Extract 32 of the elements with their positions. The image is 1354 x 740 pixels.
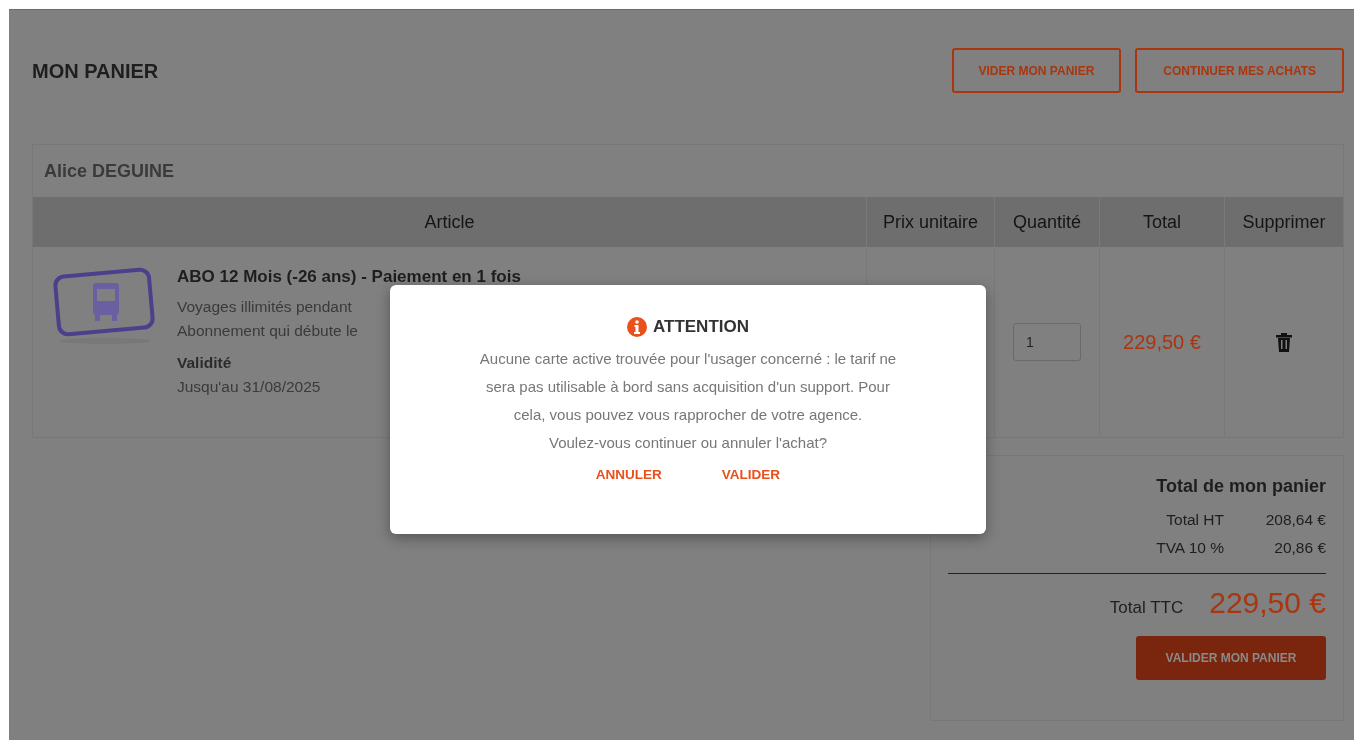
total-label: Total TTC — [1109, 598, 1184, 618]
item-name: ABO 12 Mois (-26 ans) - Paiement en 1 fois — [177, 267, 521, 287]
quantity-field[interactable]: 1 — [1013, 323, 1081, 361]
column-header: Article — [423, 210, 476, 234]
dialog-message: sera pas utilisable à bord sans acquisition d'un support. Pour — [485, 377, 891, 397]
validity-label: Validité — [177, 353, 232, 373]
column-header: Total — [1099, 197, 1224, 247]
column-header: Supprimer — [1224, 197, 1343, 247]
info-icon — [627, 317, 647, 337]
customer-name: Alice DEGUINE — [44, 160, 175, 182]
validate-cart-button[interactable]: VALIDER MON PANIER — [1136, 636, 1326, 680]
column-header: Quantité — [994, 197, 1099, 247]
dialog-message: Voulez-vous continuer ou annuler l'achat? — [547, 433, 829, 453]
line-total: 229,50 € — [1123, 330, 1201, 354]
validity-date: Jusqu'au 31/08/2025 — [177, 377, 321, 397]
dialog-title: ATTENTION — [653, 317, 749, 337]
summary-title: Total de mon panier — [1155, 476, 1326, 497]
summary-value: 208,64 € — [1264, 511, 1326, 529]
summary-label: TVA 10 % — [1156, 539, 1224, 557]
dialog-message: cela, vous pouvez vous rapprocher de votre agence. — [512, 405, 864, 425]
column-header: Prix unitaire — [866, 197, 994, 247]
grand-total: 229,50 € — [1209, 586, 1326, 620]
dialog-message: Aucune carte active trouvée pour l'usager concerné : le tarif ne — [478, 349, 898, 369]
page-title: MON PANIER — [32, 60, 159, 83]
item-description: Voyages illimités pendant — [177, 297, 352, 317]
dialog-button[interactable]: VALIDER — [721, 465, 781, 484]
trash-icon[interactable] — [1276, 332, 1292, 352]
bus-ticket-icon — [53, 267, 157, 345]
item-description: Abonnement qui débute le — [177, 321, 358, 341]
summary-label: Total HT — [1166, 511, 1224, 529]
summary-value: 20,86 € — [1273, 539, 1326, 557]
dialog-button[interactable]: ANNULER — [595, 465, 662, 484]
